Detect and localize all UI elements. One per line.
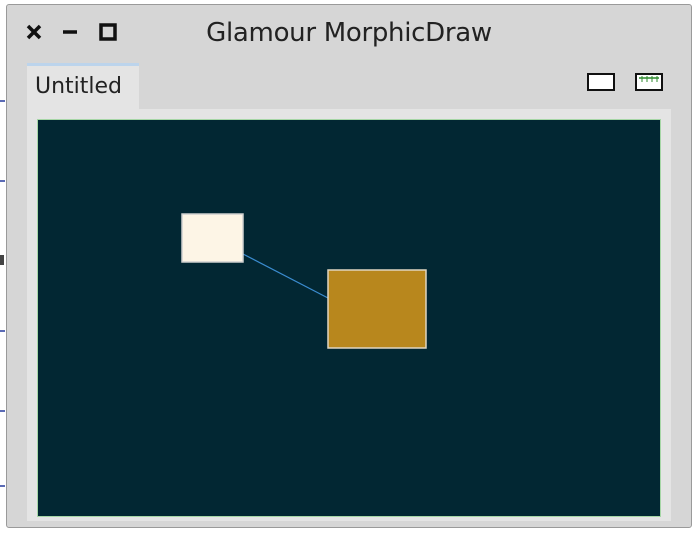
window-title: Glamour MorphicDraw [206,18,492,48]
title-bar[interactable]: Glamour MorphicDraw [7,5,691,57]
drawing-canvas[interactable] [37,119,661,517]
canvas-frame [27,109,671,521]
tab-untitled[interactable]: Untitled [27,63,139,109]
canvas-drawing [181,213,427,349]
rectangle-tool-icon[interactable] [587,73,615,91]
app-window: Glamour MorphicDraw Untitled [6,4,692,528]
connector-line[interactable] [242,253,329,299]
gold-rectangle[interactable] [327,269,427,349]
tab-label: Untitled [35,74,123,99]
cream-rectangle[interactable] [181,213,244,263]
text-tool-icon[interactable] [635,73,663,91]
